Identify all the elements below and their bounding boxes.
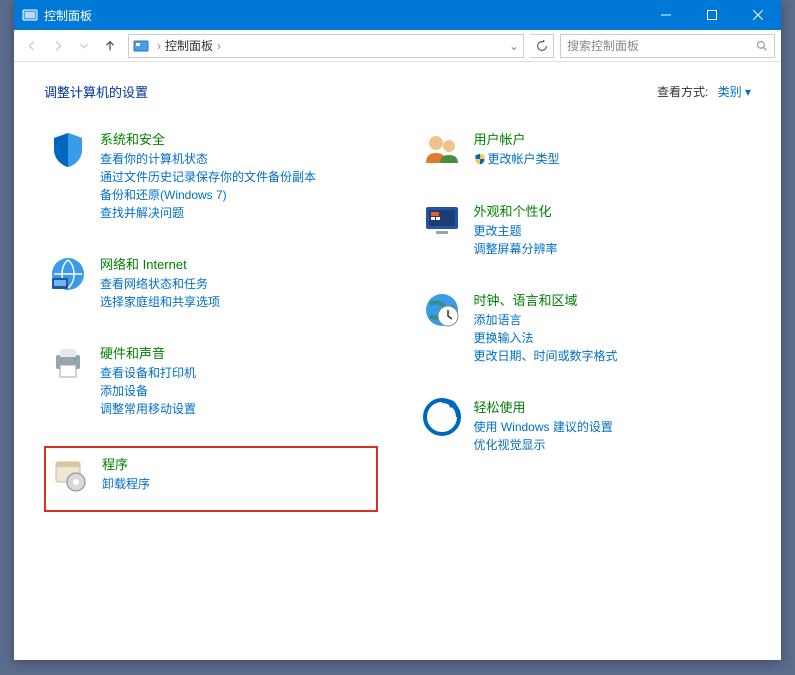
printer-icon xyxy=(48,343,88,383)
refresh-button[interactable] xyxy=(530,34,554,58)
search-placeholder: 搜索控制面板 xyxy=(567,37,756,54)
navbar: › 控制面板 › ⌄ 搜索控制面板 xyxy=(14,30,781,62)
left-column: 系统和安全 查看你的计算机状态 通过文件历史记录保存你的文件备份副本 备份和还原… xyxy=(44,125,378,536)
viewby-dropdown[interactable]: 类别 ▾ xyxy=(718,85,751,99)
category-link[interactable]: 使用 Windows 建议的设置 xyxy=(474,418,748,436)
control-panel-icon xyxy=(22,7,38,23)
search-icon xyxy=(756,40,768,52)
addr-control-panel-icon xyxy=(133,38,149,54)
forward-button[interactable] xyxy=(46,34,70,58)
category-link[interactable]: 查看设备和打印机 xyxy=(100,364,374,382)
clock-globe-icon xyxy=(422,290,462,330)
shield-icon xyxy=(48,129,88,169)
up-button[interactable] xyxy=(98,34,122,58)
content-area: 调整计算机的设置 查看方式: 类别 ▾ 系统和安全 查看你的计算机状态 通过文件… xyxy=(14,62,781,556)
category-link[interactable]: 备份和还原(Windows 7) xyxy=(100,186,374,204)
category-link[interactable]: 更改帐户类型 xyxy=(474,150,748,168)
category-link[interactable]: 查看你的计算机状态 xyxy=(100,150,374,168)
page-header: 调整计算机的设置 查看方式: 类别 ▾ xyxy=(44,82,751,101)
addr-dropdown-icon[interactable]: ⌄ xyxy=(505,39,523,53)
category-title[interactable]: 时钟、语言和区域 xyxy=(474,290,748,309)
category-link[interactable]: 查看网络状态和任务 xyxy=(100,275,374,293)
maximize-button[interactable] xyxy=(689,0,735,30)
category-link[interactable]: 调整屏幕分辨率 xyxy=(474,240,748,258)
category-clock-region: 时钟、语言和区域 添加语言 更换输入法 更改日期、时间或数字格式 xyxy=(418,286,752,369)
breadcrumb-separator: › xyxy=(157,39,161,53)
programs-icon xyxy=(50,454,90,494)
category-system-security: 系统和安全 查看你的计算机状态 通过文件历史记录保存你的文件备份副本 备份和还原… xyxy=(44,125,378,226)
category-ease-of-access: 轻松使用 使用 Windows 建议的设置 优化视觉显示 xyxy=(418,393,752,458)
category-link[interactable]: 添加语言 xyxy=(474,311,748,329)
page-title: 调整计算机的设置 xyxy=(44,82,657,101)
category-link[interactable]: 查找并解决问题 xyxy=(100,204,374,222)
category-network: 网络和 Internet 查看网络状态和任务 选择家庭组和共享选项 xyxy=(44,250,378,315)
right-column: 用户帐户 更改帐户类型 外观和个性化 更改主题 调整屏幕分辨率 时钟、语 xyxy=(418,125,752,536)
category-title[interactable]: 轻松使用 xyxy=(474,397,748,416)
category-user-accounts: 用户帐户 更改帐户类型 xyxy=(418,125,752,173)
titlebar: 控制面板 xyxy=(14,0,781,30)
category-columns: 系统和安全 查看你的计算机状态 通过文件历史记录保存你的文件备份副本 备份和还原… xyxy=(44,125,751,536)
breadcrumb[interactable]: 控制面板 xyxy=(165,37,213,54)
window-title: 控制面板 xyxy=(44,7,643,24)
category-link[interactable]: 通过文件历史记录保存你的文件备份副本 xyxy=(100,168,374,186)
monitor-icon xyxy=(422,201,462,241)
category-link[interactable]: 选择家庭组和共享选项 xyxy=(100,293,374,311)
shield-small-icon xyxy=(474,153,486,165)
category-title[interactable]: 硬件和声音 xyxy=(100,343,374,362)
search-input[interactable]: 搜索控制面板 xyxy=(560,34,775,58)
category-link[interactable]: 更换输入法 xyxy=(474,329,748,347)
viewby-label: 查看方式: xyxy=(657,85,708,99)
control-panel-window: 控制面板 › 控制面板 › ⌄ 搜索控制面板 调整计算机的设置 查 xyxy=(14,0,781,660)
category-link[interactable]: 更改主题 xyxy=(474,222,748,240)
category-title[interactable]: 外观和个性化 xyxy=(474,201,748,220)
category-link[interactable]: 卸载程序 xyxy=(102,475,372,493)
category-title[interactable]: 程序 xyxy=(102,454,372,473)
window-buttons xyxy=(643,0,781,30)
breadcrumb-separator: › xyxy=(217,39,221,53)
view-by: 查看方式: 类别 ▾ xyxy=(657,83,751,100)
ease-of-access-icon xyxy=(422,397,462,437)
category-link[interactable]: 优化视觉显示 xyxy=(474,436,748,454)
category-link[interactable]: 更改日期、时间或数字格式 xyxy=(474,347,748,365)
close-button[interactable] xyxy=(735,0,781,30)
users-icon xyxy=(422,129,462,169)
category-link[interactable]: 添加设备 xyxy=(100,382,374,400)
back-button[interactable] xyxy=(20,34,44,58)
category-programs: 程序 卸载程序 xyxy=(44,446,378,512)
minimize-button[interactable] xyxy=(643,0,689,30)
category-appearance: 外观和个性化 更改主题 调整屏幕分辨率 xyxy=(418,197,752,262)
category-title[interactable]: 用户帐户 xyxy=(474,129,748,148)
category-link[interactable]: 调整常用移动设置 xyxy=(100,400,374,418)
address-bar[interactable]: › 控制面板 › ⌄ xyxy=(128,34,524,58)
network-icon xyxy=(48,254,88,294)
category-title[interactable]: 网络和 Internet xyxy=(100,254,374,273)
category-hardware-sound: 硬件和声音 查看设备和打印机 添加设备 调整常用移动设置 xyxy=(44,339,378,422)
recent-dropdown[interactable] xyxy=(72,34,96,58)
category-title[interactable]: 系统和安全 xyxy=(100,129,374,148)
